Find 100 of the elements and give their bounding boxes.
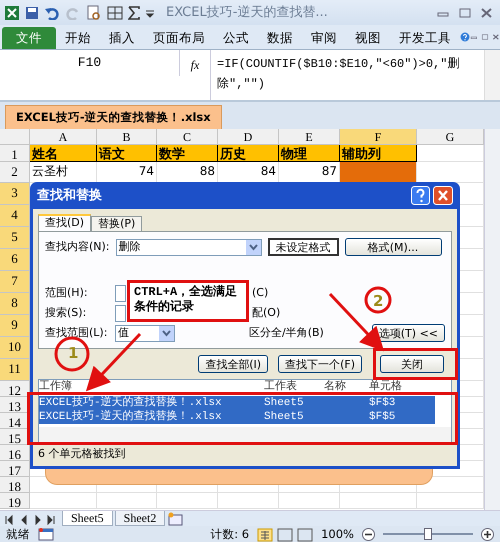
row-header[interactable]: 5 [0,227,30,249]
row-header[interactable]: 9 [0,315,30,337]
options-button[interactable]: 选项(T) << [372,324,445,342]
column-header[interactable]: B [97,129,157,145]
field-label: 范围(H): [45,284,89,301]
checkbox-label[interactable]: 区分全/半角(B) [249,324,324,342]
row-header[interactable]: 7 [0,271,30,293]
row-header[interactable]: 3 [0,183,30,205]
close-button[interactable]: 关闭 [380,355,444,373]
row-header[interactable]: 12 [0,381,30,397]
marker-circle [364,286,392,314]
row-header[interactable]: 1 [0,145,30,162]
ribbon-tab[interactable]: 开始 [56,27,100,49]
status-text: 计数: 6 [210,526,250,542]
row-header[interactable]: 11 [0,359,30,381]
excel-icon[interactable] [4,4,20,20]
column-header[interactable]: E [279,129,340,145]
status-text: 6 个单元格被找到 [38,446,126,462]
scroll-bar[interactable] [484,129,500,510]
table-cell-text: $F$3 [369,396,396,410]
print-preview-icon[interactable] [86,4,102,20]
table-cell-text: Sheet5 [264,410,305,424]
zoom-out-icon[interactable] [362,528,375,541]
table-cell-text: EXCEL技巧-逆天的查找替换！.xlsx [39,396,223,410]
workbook-tab[interactable]: EXCEL技巧-逆天的查找替换！.xlsx [5,104,222,129]
view-buttons-icon[interactable] [257,528,314,542]
empty-cell [279,493,340,509]
zoom-in-icon[interactable] [481,528,494,541]
select-field[interactable] [115,284,126,302]
help-button[interactable] [411,186,430,205]
column-header[interactable]: 工作表 [264,380,324,392]
macro-icon[interactable] [38,528,54,541]
column-header[interactable]: G [417,129,484,145]
file-tab[interactable]: 文件 [2,27,56,49]
dialog-title: 查找和替换 [37,186,102,205]
dialog-button[interactable]: 查找下一个(F) [278,355,362,373]
dropdown-icon[interactable] [246,240,261,254]
result-row[interactable]: EXCEL技巧-逆天的查找替换！.xlsx Sheet5 $F$3 [39,396,435,410]
marker-number: 1 [68,343,78,364]
ribbon-tab[interactable]: 数据 [258,27,302,49]
find-field[interactable]: 删除 [116,238,262,256]
ribbon-tab[interactable]: 审阅 [302,27,346,49]
empty-cell [218,493,279,509]
row-header[interactable]: 19 [0,493,30,509]
row-header[interactable]: 13 [0,397,30,413]
table-icon[interactable] [107,6,123,20]
zoom-level: 100% [321,526,354,542]
ribbon-tab[interactable]: 插入 [100,27,144,49]
insert-sheet-icon[interactable] [167,512,186,526]
ribbon-tab[interactable]: 开发工具 [390,27,460,49]
column-header[interactable]: D [218,129,279,145]
select-field[interactable]: 值 [115,324,175,342]
checkbox-label[interactable]: (C) [252,284,268,302]
column-header[interactable]: 名称 [324,380,369,392]
dialog-button[interactable]: 查找全部(I) [198,355,268,373]
fx-button[interactable]: fx [180,50,210,100]
ribbon-tab[interactable]: 公式 [214,27,258,49]
table-cell-text: Sheet5 [264,396,305,410]
row-header[interactable]: 10 [0,337,30,359]
row-header[interactable]: 2 [0,162,30,183]
sheet-tab[interactable]: Sheet2 [114,511,166,526]
select-field[interactable] [115,304,126,322]
sheet-tab[interactable]: Sheet5 [62,511,113,526]
close-button[interactable] [433,186,453,205]
column-header[interactable]: C [157,129,218,145]
marker-number: 2 [373,291,384,312]
row-header[interactable]: 18 [0,477,30,493]
row-header[interactable]: 15 [0,429,30,445]
table-cell-text: EXCEL技巧-逆天的查找替换！.xlsx [39,410,223,424]
undo-icon[interactable] [44,6,60,20]
checkbox-label[interactable]: 配(O) [252,304,280,322]
column-header[interactable]: A [30,129,97,145]
result-row[interactable]: EXCEL技巧-逆天的查找替换！.xlsx Sheet5 $F$5 [39,410,435,424]
dropdown-icon[interactable] [159,326,174,340]
ribbon-tab[interactable]: 视图 [346,27,390,49]
field-label: 查找范围(L): [45,324,108,341]
row-header[interactable]: 6 [0,249,30,271]
table-cell: 数学 [157,145,218,162]
save-icon[interactable] [25,6,39,20]
field-label: 搜索(S): [45,304,88,321]
empty-cell [157,493,218,509]
horizontal-scroll-bar[interactable] [39,427,451,442]
table-cell: 物理 [279,145,340,162]
row-header[interactable]: 17 [0,461,30,477]
column-header[interactable]: 单元格 [369,380,424,392]
sum-icon[interactable] [128,6,140,20]
format-button[interactable]: 格式(M)... [344,238,442,256]
column-header[interactable]: 工作簿 [39,380,264,392]
scroll-bar[interactable] [484,50,500,100]
column-header[interactable]: F [340,129,417,145]
slider-thumb[interactable] [424,528,432,540]
dialog-tab[interactable]: 查找(D) [38,214,92,231]
dialog-tab[interactable]: 替换(P) [91,216,142,231]
table-cell-text: $F$5 [369,410,396,424]
row-header[interactable]: 4 [0,205,30,227]
table-cell: 姓名 [30,145,97,162]
row-header[interactable]: 16 [0,445,30,461]
row-header[interactable]: 8 [0,293,30,315]
row-header[interactable]: 14 [0,413,30,429]
ribbon-tab[interactable]: 页面布局 [144,27,214,49]
